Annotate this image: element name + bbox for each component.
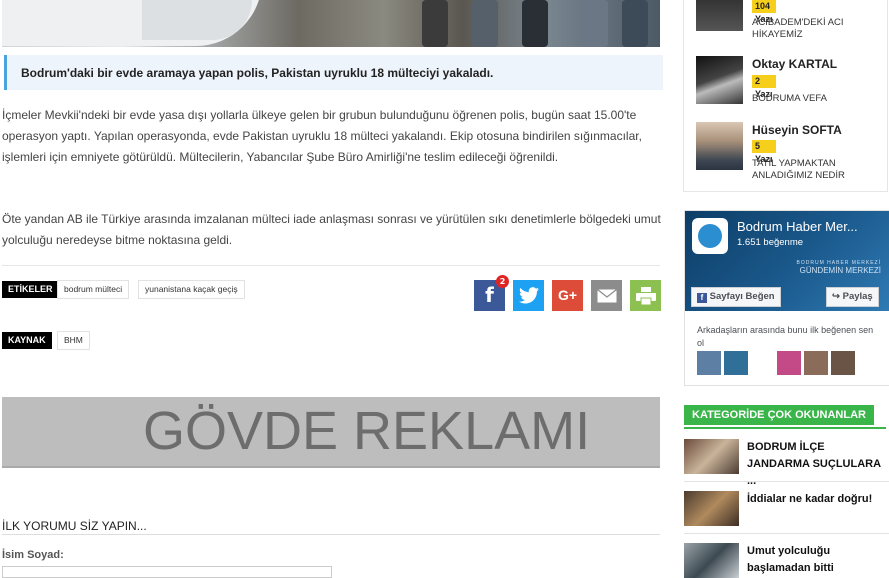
google-plus-share-button[interactable]: G+ — [552, 280, 583, 311]
hero-person-shape — [622, 0, 648, 47]
divider — [2, 534, 660, 535]
divider — [684, 481, 889, 482]
body-advertisement[interactable]: GÖVDE REKLAMI — [2, 397, 660, 468]
article-paragraph: İçmeler Mevkii'ndeki bir evde yasa dışı … — [2, 108, 642, 164]
cover-slogan: GÜNDEMİN MERKEZİ — [799, 266, 881, 275]
authors-widget: 104 Yazı ACIBADEM'DEKİ ACI HİKAYEMİZ Okt… — [683, 0, 888, 192]
author-post-count: 104 Yazı — [752, 0, 776, 24]
google-plus-icon: G+ — [557, 287, 578, 303]
facebook-page-name[interactable]: Bodrum Haber Mer... — [737, 219, 858, 234]
news-thumbnail[interactable] — [684, 543, 739, 578]
article-paragraph: Öte yandan AB ile Türkiye arasında imzal… — [2, 212, 661, 247]
print-button[interactable] — [630, 280, 661, 311]
author-name[interactable]: Hüseyin SOFTA — [752, 123, 842, 137]
article-summary: Bodrum'daki bir evde aramaya yapan polis… — [4, 55, 663, 90]
hero-person-shape — [522, 0, 548, 47]
friend-avatar[interactable] — [804, 351, 828, 375]
author-latest-title[interactable]: BODRUMA VEFA — [752, 93, 882, 105]
friend-avatar[interactable] — [777, 351, 801, 375]
author-latest-title[interactable]: TATİL YAPMAKTAN ANLADIĞIMIZ NEDİR — [752, 158, 882, 182]
article-summary-text: Bodrum'daki bir evde aramaya yapan polis… — [21, 66, 494, 80]
name-input[interactable] — [2, 566, 332, 578]
facebook-like-button[interactable]: f Sayfayı Beğen — [691, 287, 781, 307]
twitter-share-button[interactable] — [513, 280, 544, 311]
name-field-label: İsim Soyad: — [2, 549, 64, 561]
news-title[interactable]: BODRUM İLÇE JANDARMA SUÇLULARA ... — [747, 439, 889, 490]
hero-person-shape — [422, 0, 448, 47]
email-share-button[interactable] — [591, 280, 622, 311]
friend-avatar[interactable] — [724, 351, 748, 375]
facebook-share-button[interactable]: ↪ Paylaş — [826, 287, 879, 307]
author-post-count: 2 Yazı — [752, 75, 776, 99]
facebook-icon: f — [485, 283, 494, 307]
tag-link[interactable]: yunanistana kaçak geçiş — [138, 280, 245, 299]
share-arrow-icon: ↪ — [832, 291, 840, 302]
news-title[interactable]: İddialar ne kadar doğru! — [747, 491, 889, 508]
source-label: KAYNAK — [2, 332, 52, 349]
ad-placeholder-text: GÖVDE REKLAMI — [143, 401, 591, 461]
facebook-cover[interactable]: Bodrum Haber Mer... 1.651 beğenme BODRUM… — [685, 211, 889, 311]
share-button-label: Paylaş — [842, 291, 873, 302]
like-button-label: Sayfayı Beğen — [709, 291, 775, 302]
facebook-icon: f — [697, 293, 707, 303]
author-avatar — [696, 122, 743, 170]
facebook-page-widget: Bodrum Haber Mer... 1.651 beğenme BODRUM… — [684, 210, 889, 386]
facebook-share-button[interactable]: f 2 — [474, 275, 509, 311]
friend-avatar[interactable] — [831, 351, 855, 375]
author-avatar — [696, 0, 743, 31]
tags-label: ETİKELER — [2, 281, 59, 298]
author-latest-title[interactable]: ACIBADEM'DEKİ ACI HİKAYEMİZ — [752, 17, 882, 41]
news-thumbnail[interactable] — [684, 491, 739, 526]
divider — [2, 265, 660, 266]
printer-icon — [635, 287, 656, 306]
facebook-friends-text: Arkadaşların arasında bunu ilk beğenen s… — [697, 325, 874, 348]
page-logo-icon — [692, 218, 728, 254]
article-hero-image — [2, 0, 660, 47]
friend-avatar[interactable] — [697, 351, 721, 375]
author-post-count: 5 Yazı — [752, 140, 776, 164]
hero-person-shape — [472, 0, 498, 47]
comments-title: İLK YORUMU SİZ YAPIN... — [2, 519, 147, 533]
news-title[interactable]: Umut yolculuğu başlamadan bitti — [747, 543, 889, 577]
tag-link[interactable]: bodrum mülteci — [57, 280, 130, 299]
news-thumbnail[interactable] — [684, 439, 739, 474]
facebook-like-count: 1.651 beğenme — [737, 237, 804, 248]
envelope-icon — [596, 289, 617, 303]
hero-car-window-shape — [142, 0, 252, 40]
author-avatar — [696, 56, 743, 104]
divider — [684, 533, 889, 534]
source-value: BHM — [57, 331, 90, 350]
category-heading: KATEGORİDE ÇOK OKUNANLAR — [684, 405, 874, 425]
hero-person-shape — [582, 0, 608, 47]
author-name[interactable]: Oktay KARTAL — [752, 57, 837, 71]
share-count-badge: 2 — [496, 275, 509, 288]
twitter-icon — [518, 287, 539, 304]
category-header: KATEGORİDE ÇOK OKUNANLAR — [684, 405, 886, 429]
